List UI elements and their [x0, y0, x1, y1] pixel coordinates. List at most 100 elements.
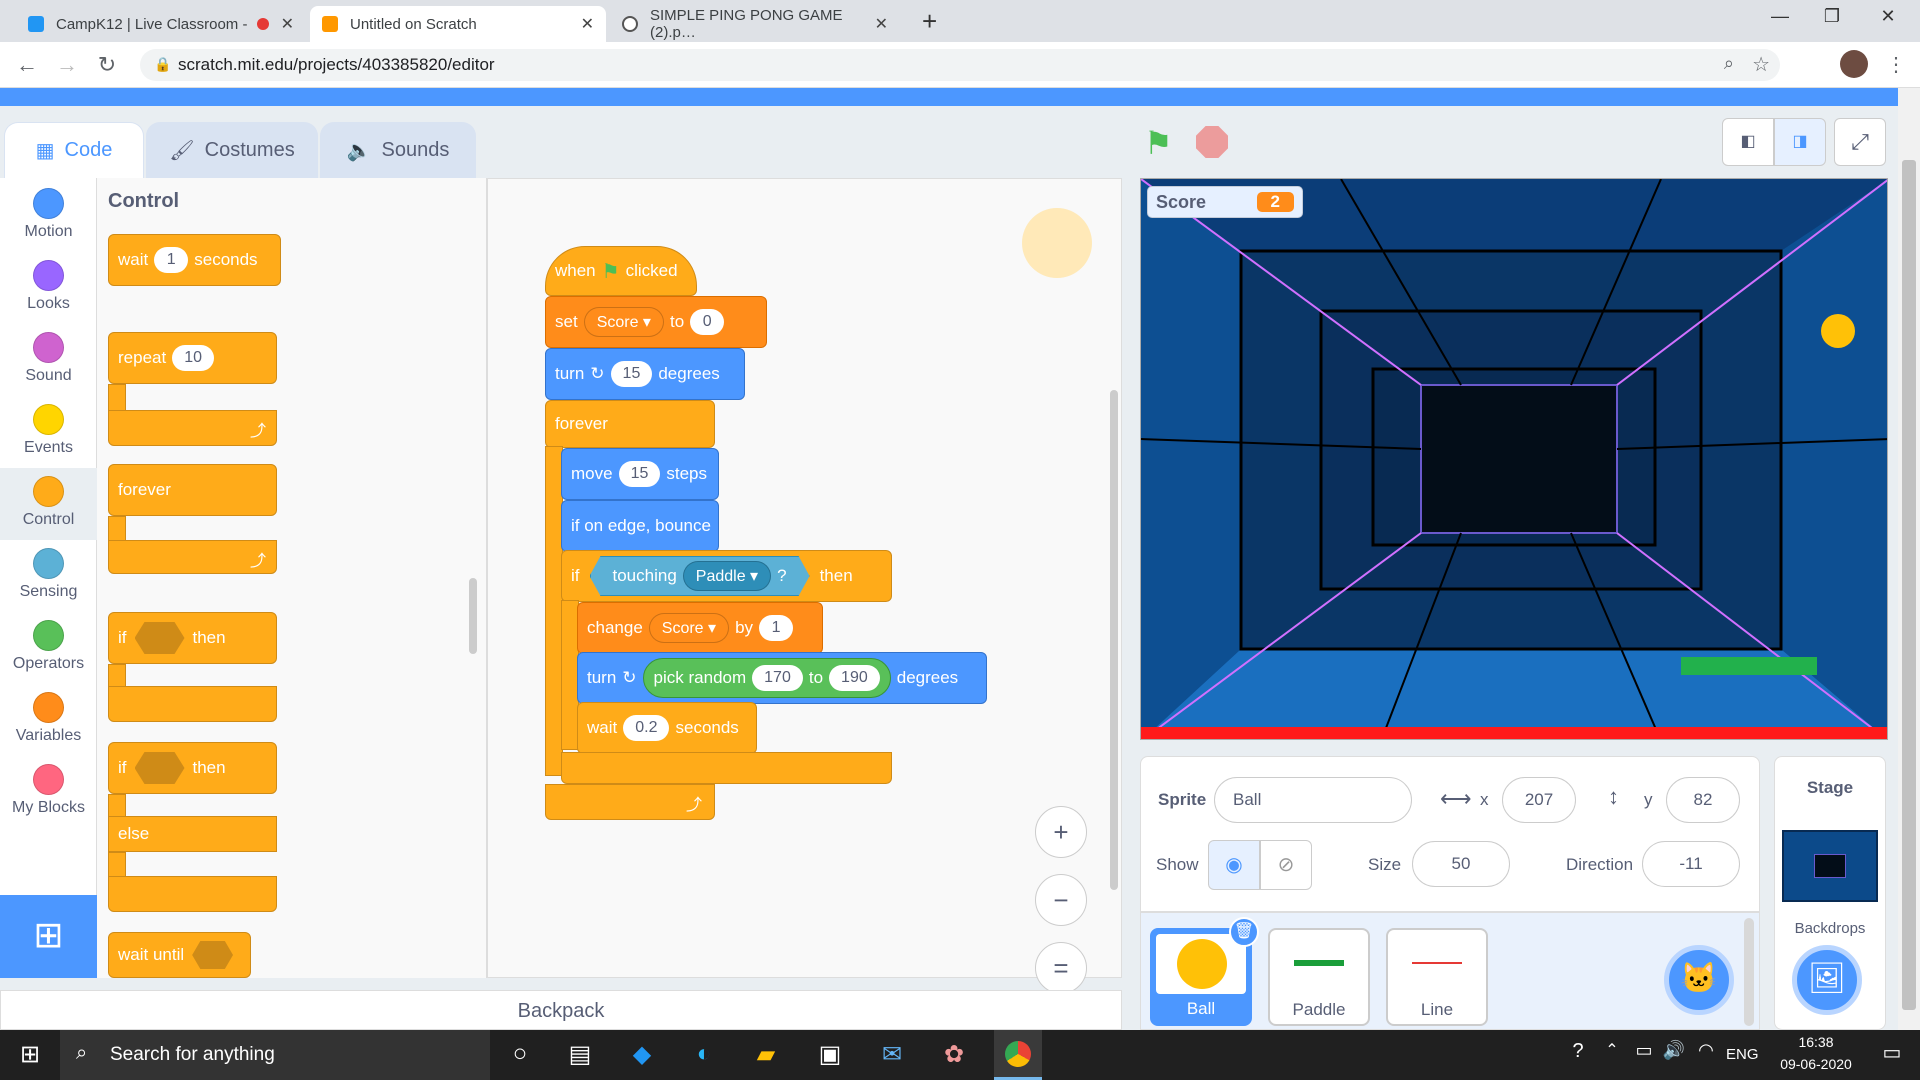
battery-icon[interactable]: ▭ [1630, 1040, 1658, 1068]
tab-costumes[interactable]: 🖌 Costumes [146, 122, 318, 178]
chrome-taskbar-button[interactable] [994, 1030, 1042, 1080]
repeat-input[interactable]: 10 [172, 345, 214, 371]
touching-target-dropdown[interactable]: Paddle ▾ [682, 561, 772, 591]
mail-icon[interactable]: ✉ [878, 1040, 906, 1068]
condition-slot[interactable] [134, 752, 185, 784]
script-scrollbar[interactable] [1110, 390, 1118, 890]
new-tab-button[interactable]: + [922, 6, 937, 37]
change-value-input[interactable]: 1 [759, 615, 794, 641]
clock-date[interactable]: 09-06-2020 [1768, 1056, 1864, 1072]
variable-dropdown[interactable]: Score ▾ [583, 307, 664, 337]
zoom-in-button[interactable]: + [1035, 806, 1087, 858]
palette-if-then-block[interactable]: if then [108, 612, 277, 664]
y-field[interactable]: 82 [1666, 777, 1740, 823]
set-value-input[interactable]: 0 [690, 309, 725, 335]
close-tab-icon[interactable]: ✕ [581, 14, 594, 34]
palette-repeat-block[interactable]: repeat 10 [108, 332, 277, 384]
pick-random-block[interactable]: pick random 170 to 190 [642, 658, 891, 698]
forward-arrow-icon[interactable]: → [54, 52, 80, 78]
maximize-button[interactable]: ❐ [1812, 6, 1852, 27]
sprite-name-field[interactable]: Ball [1214, 777, 1412, 823]
fullscreen-button[interactable]: ⤢ [1834, 118, 1886, 166]
show-eye-icon[interactable]: ◉ [1208, 840, 1260, 890]
browser-tab-campk12[interactable]: CampK12 | Live Classroom - ✕ [16, 6, 306, 42]
help-icon[interactable]: ? [1564, 1040, 1592, 1068]
palette-scrollbar[interactable] [469, 578, 477, 654]
language-indicator[interactable]: ENG [1726, 1046, 1759, 1063]
move-value-input[interactable]: 15 [618, 461, 661, 487]
palette-wait-until-block[interactable]: wait until [108, 932, 251, 978]
choose-sprite-button[interactable]: 🐱 [1664, 945, 1734, 1015]
sprite-tile-line[interactable]: Line [1386, 928, 1488, 1026]
score-monitor[interactable]: Score 2 [1147, 186, 1303, 218]
palette-if-else-block[interactable]: if then [108, 742, 277, 794]
notifications-icon[interactable]: ▭ [1878, 1040, 1906, 1068]
reload-icon[interactable]: ↻ [94, 52, 120, 78]
address-bar[interactable]: 🔒 scratch.mit.edu/projects/403385820/edi… [140, 49, 1780, 81]
store-icon[interactable]: ▣ [816, 1040, 844, 1068]
bounce-block[interactable]: if on edge, bounce [561, 500, 719, 552]
category-variables[interactable]: Variables [0, 684, 97, 756]
tray-chevron-icon[interactable]: ⌃ [1598, 1040, 1626, 1068]
category-operators[interactable]: Operators [0, 612, 97, 684]
hide-eye-icon[interactable]: ⊘ [1260, 840, 1312, 890]
condition-slot[interactable] [192, 941, 233, 969]
delete-sprite-icon[interactable]: 🗑 [1229, 917, 1259, 947]
wait-value-input[interactable]: 0.2 [623, 715, 670, 741]
clock-time[interactable]: 16:38 [1768, 1034, 1864, 1050]
stop-button[interactable] [1196, 126, 1228, 158]
category-events[interactable]: Events [0, 396, 97, 468]
if-then-block[interactable]: if touching Paddle ▾ ? then [561, 550, 892, 602]
windows-start-icon[interactable]: ⊞ [16, 1040, 44, 1068]
profile-avatar[interactable] [1840, 50, 1868, 78]
touching-sensor-block[interactable]: touching Paddle ▾ ? [589, 556, 810, 596]
zoom-out-button[interactable]: − [1035, 874, 1087, 926]
turn-random-block[interactable]: turn ↻ pick random 170 to 190 degrees [577, 652, 987, 704]
sprite-list-scrollbar[interactable] [1744, 918, 1754, 1026]
turn-degrees-block[interactable]: turn ↻ 15 degrees [545, 348, 745, 400]
category-control[interactable]: Control [0, 468, 97, 540]
zoom-icon[interactable]: ⌕ [1724, 53, 1734, 74]
sprite-tile-paddle[interactable]: Paddle [1268, 928, 1370, 1026]
file-explorer-icon[interactable]: ▰ [752, 1040, 780, 1068]
set-variable-block[interactable]: set Score ▾ to 0 [545, 296, 767, 348]
edge-icon[interactable]: ◐ [690, 1040, 718, 1068]
dropbox-icon[interactable]: ◆ [628, 1040, 656, 1068]
change-variable-block[interactable]: change Score ▾ by 1 [577, 602, 823, 654]
browser-tab-scratch[interactable]: Untitled on Scratch ✕ [310, 6, 606, 42]
category-motion[interactable]: Motion [0, 180, 97, 252]
variable-dropdown[interactable]: Score ▾ [648, 613, 730, 643]
forever-block[interactable]: forever [545, 400, 715, 448]
condition-slot[interactable] [134, 622, 185, 654]
back-arrow-icon[interactable]: ← [14, 52, 40, 78]
small-stage-button[interactable]: ◧ [1722, 118, 1774, 166]
green-flag-button[interactable]: ⚑ [1144, 124, 1173, 162]
page-scrollbar[interactable] [1898, 88, 1920, 1030]
direction-field[interactable]: -11 [1642, 841, 1740, 887]
palette-forever-block[interactable]: forever [108, 464, 277, 516]
size-field[interactable]: 50 [1412, 841, 1510, 887]
minimize-button[interactable]: — [1760, 6, 1800, 27]
close-tab-icon[interactable]: ✕ [281, 14, 294, 34]
zoom-reset-button[interactable]: = [1035, 942, 1087, 994]
cortana-icon[interactable]: ○ [506, 1040, 534, 1068]
stage-canvas[interactable] [1140, 178, 1888, 740]
bookmark-star-icon[interactable]: ☆ [1752, 52, 1770, 77]
close-tab-icon[interactable]: ✕ [875, 14, 888, 34]
turn-value-input[interactable]: 15 [610, 361, 653, 387]
browser-menu-icon[interactable]: ⋮ [1886, 52, 1906, 77]
tab-sounds[interactable]: 🔈 Sounds [320, 122, 476, 178]
wait-input[interactable]: 1 [154, 247, 189, 273]
choose-backdrop-button[interactable]: 🖼 [1792, 945, 1862, 1015]
category-looks[interactable]: Looks [0, 252, 97, 324]
random-min-input[interactable]: 170 [752, 665, 803, 691]
category-sensing[interactable]: Sensing [0, 540, 97, 612]
backpack-bar[interactable]: Backpack [0, 990, 1122, 1030]
close-window-button[interactable]: ✕ [1868, 6, 1908, 27]
volume-icon[interactable]: 🔊 [1660, 1040, 1688, 1068]
when-flag-clicked-block[interactable]: when ⚑ clicked [545, 246, 697, 296]
move-steps-block[interactable]: move 15 steps [561, 448, 719, 500]
tab-code[interactable]: ▦ Code [4, 122, 144, 178]
taskbar-search[interactable]: ⌕ Search for anything [60, 1030, 490, 1080]
wait-seconds-block[interactable]: wait 0.2 seconds [577, 702, 757, 754]
